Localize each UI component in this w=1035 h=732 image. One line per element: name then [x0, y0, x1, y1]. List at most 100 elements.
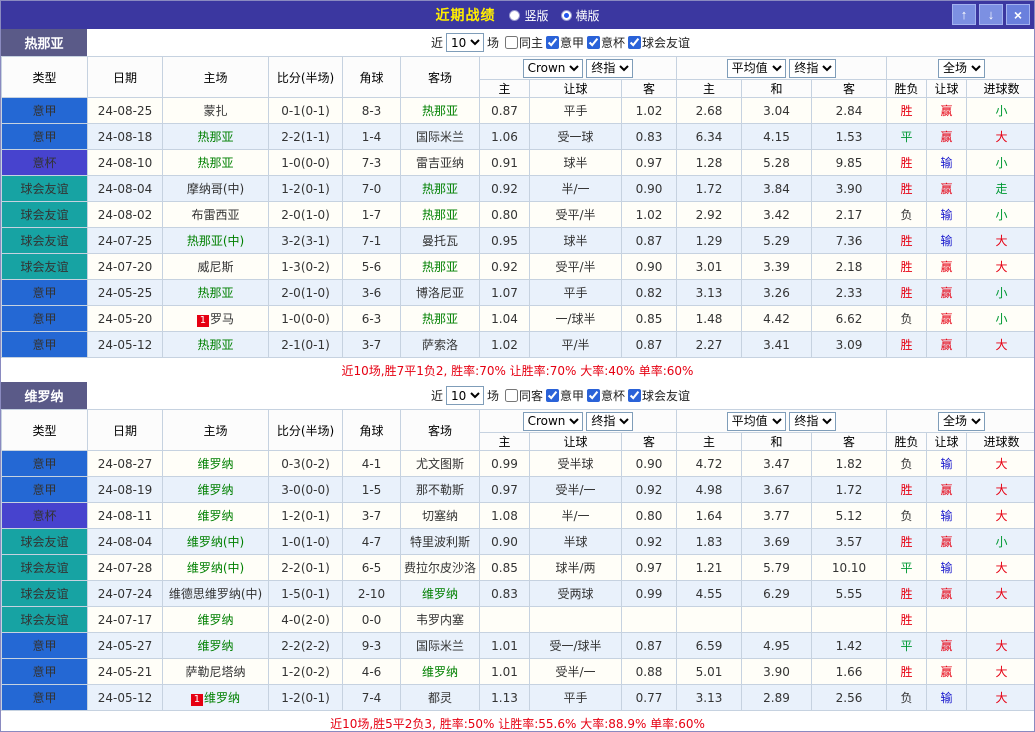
asian-away-odds-cell: 0.82	[622, 280, 677, 306]
bookmaker-select[interactable]: Crown	[523, 59, 583, 78]
away-team-cell[interactable]: 切塞纳	[401, 503, 480, 529]
euro-home-odds-cell: 1.64	[677, 503, 742, 529]
date-cell: 24-07-25	[88, 228, 163, 254]
away-team-cell[interactable]: 热那亚	[401, 202, 480, 228]
euro-away-odds-cell: 10.10	[812, 555, 887, 581]
asian-index-select[interactable]: 终指	[586, 412, 633, 431]
layout-option-vertical[interactable]: 竖版	[509, 7, 548, 24]
home-team-cell[interactable]: 维罗纳	[163, 477, 269, 503]
euro-source-select[interactable]: 平均值	[727, 412, 786, 431]
filter-option[interactable]: 意甲	[546, 34, 584, 51]
handicap-result-cell: 输	[927, 685, 967, 711]
home-team-cell[interactable]: 1维罗纳	[163, 685, 269, 711]
goals-result-cell: 小	[967, 529, 1035, 555]
league-type-cell: 意甲	[2, 477, 88, 503]
scope-select[interactable]: 全场	[938, 412, 985, 431]
filter-option[interactable]: 球会友谊	[628, 387, 690, 404]
away-team-cell[interactable]: 维罗纳	[401, 659, 480, 685]
corner-cell: 1-4	[343, 124, 401, 150]
away-team-cell[interactable]: 那不勒斯	[401, 477, 480, 503]
euro-away-odds-cell: 1.42	[812, 633, 887, 659]
filter-option[interactable]: 意杯	[587, 34, 625, 51]
close-button[interactable]: ×	[1006, 4, 1030, 25]
filter-option[interactable]: 意杯	[587, 387, 625, 404]
home-team-cell[interactable]: 维罗纳(中)	[163, 529, 269, 555]
home-team-cell[interactable]: 摩纳哥(中)	[163, 176, 269, 202]
filter-checkbox[interactable]	[546, 389, 559, 402]
filter-checkbox[interactable]	[505, 389, 518, 402]
euro-index-select[interactable]: 终指	[789, 412, 836, 431]
filter-checkbox[interactable]	[628, 36, 641, 49]
home-team-cell[interactable]: 维德思维罗纳(中)	[163, 581, 269, 607]
layout-option-horizontal[interactable]: 横版	[561, 7, 600, 24]
euro-draw-odds-cell: 4.42	[742, 306, 812, 332]
home-team-cell[interactable]: 热那亚	[163, 332, 269, 358]
away-team-cell[interactable]: 国际米兰	[401, 633, 480, 659]
handicap-result-cell: 赢	[927, 124, 967, 150]
home-team-cell[interactable]: 热那亚	[163, 280, 269, 306]
page-title: 近期战绩	[435, 5, 495, 25]
away-team-cell[interactable]: 尤文图斯	[401, 451, 480, 477]
filter-option[interactable]: 同主	[505, 34, 543, 51]
match-count-select[interactable]: 10	[446, 33, 484, 52]
filter-option[interactable]: 球会友谊	[628, 34, 690, 51]
away-team-cell[interactable]: 热那亚	[401, 98, 480, 124]
goals-result-cell: 大	[967, 555, 1035, 581]
away-team-cell[interactable]: 雷吉亚纳	[401, 150, 480, 176]
filter-option[interactable]: 意甲	[546, 387, 584, 404]
filter-bar: 近 10 场 同客意甲意杯球会友谊	[87, 382, 1034, 409]
scope-select[interactable]: 全场	[938, 59, 985, 78]
sub-col-header: 主	[677, 80, 742, 98]
home-team-cell[interactable]: 威尼斯	[163, 254, 269, 280]
filter-option[interactable]: 同客	[505, 387, 543, 404]
scroll-down-button[interactable]: ↓	[979, 4, 1003, 25]
radio-icon[interactable]	[509, 10, 520, 21]
away-team-cell[interactable]: 国际米兰	[401, 124, 480, 150]
goals-result-cell: 小	[967, 202, 1035, 228]
match-count-select[interactable]: 10	[446, 386, 484, 405]
away-team-cell[interactable]: 萨索洛	[401, 332, 480, 358]
radio-icon[interactable]	[561, 10, 572, 21]
away-team-cell[interactable]: 都灵	[401, 685, 480, 711]
euro-source-select[interactable]: 平均值	[727, 59, 786, 78]
home-team-cell[interactable]: 维罗纳	[163, 607, 269, 633]
asian-index-select[interactable]: 终指	[586, 59, 633, 78]
league-type-cell: 意甲	[2, 332, 88, 358]
filter-checkbox[interactable]	[587, 389, 600, 402]
home-team-cell[interactable]: 维罗纳	[163, 451, 269, 477]
team-name-text: 威尼斯	[197, 260, 233, 274]
filter-checkbox[interactable]	[587, 36, 600, 49]
home-team-cell[interactable]: 布雷西亚	[163, 202, 269, 228]
away-team-cell[interactable]: 曼托瓦	[401, 228, 480, 254]
away-team-cell[interactable]: 热那亚	[401, 176, 480, 202]
away-team-cell[interactable]: 维罗纳	[401, 581, 480, 607]
team-name-text: 雷吉亚纳	[416, 156, 464, 170]
bookmaker-select[interactable]: Crown	[523, 412, 583, 431]
away-team-cell[interactable]: 韦罗内塞	[401, 607, 480, 633]
match-row: 球会友谊24-07-17维罗纳4-0(2-0)0-0韦罗内塞胜	[2, 607, 1035, 633]
filter-checkbox[interactable]	[546, 36, 559, 49]
home-team-cell[interactable]: 热那亚(中)	[163, 228, 269, 254]
home-team-cell[interactable]: 1罗马	[163, 306, 269, 332]
filter-checkbox[interactable]	[505, 36, 518, 49]
col-header: 客场	[401, 57, 480, 98]
match-result-cell: 平	[887, 633, 927, 659]
away-team-cell[interactable]: 费拉尔皮沙洛	[401, 555, 480, 581]
filter-checkbox[interactable]	[628, 389, 641, 402]
away-team-cell[interactable]: 博洛尼亚	[401, 280, 480, 306]
away-team-cell[interactable]: 热那亚	[401, 306, 480, 332]
summary-line: 近10场,胜5平2负3, 胜率:50% 让胜率:55.6% 大率:88.9% 单…	[1, 711, 1034, 732]
home-team-cell[interactable]: 萨勒尼塔纳	[163, 659, 269, 685]
home-team-cell[interactable]: 热那亚	[163, 150, 269, 176]
home-team-cell[interactable]: 蒙扎	[163, 98, 269, 124]
home-team-cell[interactable]: 维罗纳	[163, 633, 269, 659]
league-type-cell: 意甲	[2, 659, 88, 685]
scroll-up-button[interactable]: ↑	[952, 4, 976, 25]
away-team-cell[interactable]: 热那亚	[401, 254, 480, 280]
home-team-cell[interactable]: 维罗纳	[163, 503, 269, 529]
home-team-cell[interactable]: 热那亚	[163, 124, 269, 150]
score-cell: 1-2(0-2)	[269, 659, 343, 685]
euro-index-select[interactable]: 终指	[789, 59, 836, 78]
home-team-cell[interactable]: 维罗纳(中)	[163, 555, 269, 581]
away-team-cell[interactable]: 特里波利斯	[401, 529, 480, 555]
